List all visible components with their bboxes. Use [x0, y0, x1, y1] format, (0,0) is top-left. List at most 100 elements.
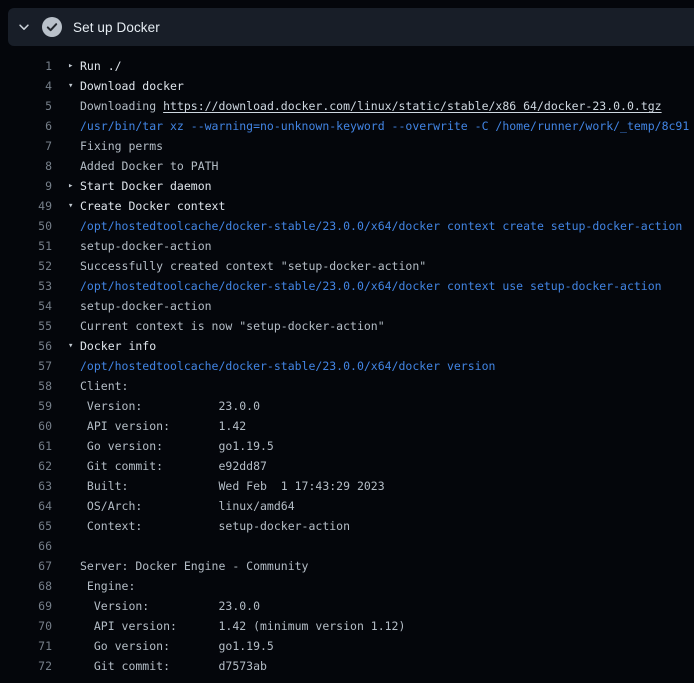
- line-number[interactable]: 59: [0, 396, 52, 416]
- line-number[interactable]: 64: [0, 496, 52, 516]
- marker-spacer: [52, 576, 80, 596]
- marker-spacer: [52, 376, 80, 396]
- marker-spacer: [52, 216, 80, 236]
- line-number[interactable]: 5: [0, 96, 52, 116]
- line-text: Current context is now "setup-docker-act…: [80, 316, 694, 336]
- log-line: 60 API version: 1.42: [0, 416, 694, 436]
- line-number[interactable]: 63: [0, 476, 52, 496]
- marker-spacer: [52, 616, 80, 636]
- log-line: 64 OS/Arch: linux/amd64: [0, 496, 694, 516]
- line-number[interactable]: 51: [0, 236, 52, 256]
- line-number[interactable]: 4: [0, 76, 52, 96]
- marker-spacer: [52, 496, 80, 516]
- line-text: [80, 536, 694, 556]
- line-text: Create Docker context: [80, 196, 694, 216]
- line-text: Git commit: d7573ab: [80, 656, 694, 676]
- marker-spacer: [52, 536, 80, 556]
- line-number[interactable]: 66: [0, 536, 52, 556]
- line-number[interactable]: 1: [0, 56, 52, 76]
- line-number[interactable]: 57: [0, 356, 52, 376]
- line-number[interactable]: 65: [0, 516, 52, 536]
- line-number[interactable]: 67: [0, 556, 52, 576]
- line-text: API version: 1.42 (minimum version 1.12): [80, 616, 694, 636]
- marker-spacer: [52, 416, 80, 436]
- marker-spacer: [52, 156, 80, 176]
- line-number[interactable]: 71: [0, 636, 52, 656]
- line-number[interactable]: 56: [0, 336, 52, 356]
- log-line: 55 Current context is now "setup-docker-a…: [0, 316, 694, 336]
- line-number[interactable]: 72: [0, 656, 52, 676]
- marker-spacer: [52, 516, 80, 536]
- log-line: 66: [0, 536, 694, 556]
- line-number[interactable]: 7: [0, 136, 52, 156]
- log-group-line[interactable]: 4▾Download docker: [0, 76, 694, 96]
- marker-spacer: [52, 356, 80, 376]
- line-number[interactable]: 50: [0, 216, 52, 236]
- line-text: Downloading https://download.docker.com/…: [80, 96, 694, 116]
- marker-spacer: [52, 256, 80, 276]
- line-number[interactable]: 9: [0, 176, 52, 196]
- line-text: Docker info: [80, 336, 694, 356]
- triangle-collapsed-icon[interactable]: ▸: [52, 56, 80, 76]
- log-group-line[interactable]: 1▸Run ./: [0, 56, 694, 76]
- chevron-down-icon[interactable]: [17, 20, 31, 34]
- line-number[interactable]: 55: [0, 316, 52, 336]
- log-line: 59 Version: 23.0.0: [0, 396, 694, 416]
- line-text: Context: setup-docker-action: [80, 516, 694, 536]
- log-line: 52 Successfully created context "setup-do…: [0, 256, 694, 276]
- line-text-prefix: Downloading: [80, 99, 163, 113]
- line-number[interactable]: 58: [0, 376, 52, 396]
- line-number[interactable]: 8: [0, 156, 52, 176]
- marker-spacer: [52, 596, 80, 616]
- line-number[interactable]: 54: [0, 296, 52, 316]
- triangle-expanded-icon[interactable]: ▾: [52, 76, 80, 96]
- log-line: 72 Git commit: d7573ab: [0, 656, 694, 676]
- marker-spacer: [52, 456, 80, 476]
- line-text: Successfully created context "setup-dock…: [80, 256, 694, 276]
- line-text: Run ./: [80, 56, 694, 76]
- line-text: setup-docker-action: [80, 296, 694, 316]
- line-text: /opt/hostedtoolcache/docker-stable/23.0.…: [80, 276, 694, 296]
- line-number[interactable]: 62: [0, 456, 52, 476]
- log-line: 62 Git commit: e92dd87: [0, 456, 694, 476]
- marker-spacer: [52, 276, 80, 296]
- line-number[interactable]: 70: [0, 616, 52, 636]
- log-line: 71 Go version: go1.19.5: [0, 636, 694, 656]
- log-group-line[interactable]: 49▾Create Docker context: [0, 196, 694, 216]
- line-text: /opt/hostedtoolcache/docker-stable/23.0.…: [80, 216, 694, 236]
- line-text: Added Docker to PATH: [80, 156, 694, 176]
- log-group-line[interactable]: 9▸Start Docker daemon: [0, 176, 694, 196]
- triangle-expanded-icon[interactable]: ▾: [52, 336, 80, 356]
- marker-spacer: [52, 116, 80, 136]
- step-header-set-up-docker[interactable]: Set up Docker: [8, 8, 694, 46]
- line-number[interactable]: 49: [0, 196, 52, 216]
- line-text: Fixing perms: [80, 136, 694, 156]
- log-group-line[interactable]: 56▾Docker info: [0, 336, 694, 356]
- log-line: 54 setup-docker-action: [0, 296, 694, 316]
- marker-spacer: [52, 476, 80, 496]
- line-number[interactable]: 60: [0, 416, 52, 436]
- log-line: 69 Version: 23.0.0: [0, 596, 694, 616]
- triangle-expanded-icon[interactable]: ▾: [52, 196, 80, 216]
- line-number[interactable]: 69: [0, 596, 52, 616]
- actions-log-viewer: Set up Docker 1▸Run ./4▾Download docker5…: [0, 8, 694, 676]
- log-line: 7 Fixing perms: [0, 136, 694, 156]
- line-number[interactable]: 6: [0, 116, 52, 136]
- log-line: 61 Go version: go1.19.5: [0, 436, 694, 456]
- log-line: 5 Downloading https://download.docker.com…: [0, 96, 694, 116]
- marker-spacer: [52, 316, 80, 336]
- marker-spacer: [52, 136, 80, 156]
- log-line: 58Client:: [0, 376, 694, 396]
- log-url-link[interactable]: https://download.docker.com/linux/static…: [163, 99, 662, 113]
- line-text: Go version: go1.19.5: [80, 636, 694, 656]
- marker-spacer: [52, 296, 80, 316]
- step-title: Set up Docker: [73, 20, 160, 35]
- check-circle-icon: [42, 17, 62, 37]
- line-number[interactable]: 61: [0, 436, 52, 456]
- triangle-collapsed-icon[interactable]: ▸: [52, 176, 80, 196]
- line-number[interactable]: 52: [0, 256, 52, 276]
- log-line: 8 Added Docker to PATH: [0, 156, 694, 176]
- log-line: 65 Context: setup-docker-action: [0, 516, 694, 536]
- line-number[interactable]: 68: [0, 576, 52, 596]
- line-number[interactable]: 53: [0, 276, 52, 296]
